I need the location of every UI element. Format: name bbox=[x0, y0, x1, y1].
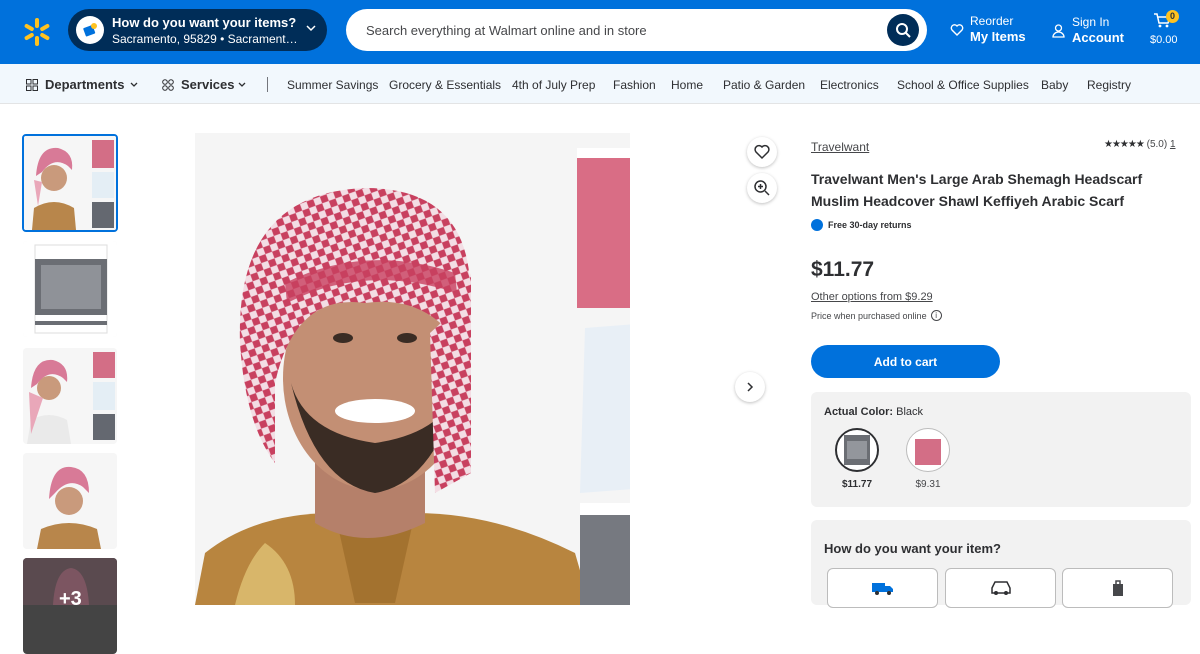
more-images-count: +3 bbox=[59, 588, 82, 610]
nav-link-electronics[interactable]: Electronics bbox=[820, 78, 879, 92]
swatch-price-black: $11.77 bbox=[841, 479, 873, 490]
account-button[interactable]: Sign In Account bbox=[1052, 15, 1124, 46]
search-button[interactable] bbox=[887, 14, 919, 46]
star-rating-icon: ★★★★★ bbox=[1104, 139, 1145, 150]
pickup-option[interactable] bbox=[945, 568, 1056, 608]
account-label: Account bbox=[1072, 30, 1124, 45]
review-count-link[interactable]: 1 bbox=[1170, 139, 1176, 150]
rating-summary[interactable]: ★★★★★ (5.0) 1 bbox=[1104, 139, 1176, 150]
services-menu[interactable]: Services bbox=[181, 77, 235, 92]
product-thumbnail-image bbox=[23, 453, 117, 549]
returns-icon bbox=[811, 219, 823, 231]
seller-link[interactable]: Travelwant bbox=[811, 140, 869, 154]
cart-total: $0.00 bbox=[1150, 34, 1178, 46]
walmart-spark-logo[interactable] bbox=[22, 17, 52, 47]
other-options-link[interactable]: Other options from $9.29 bbox=[811, 291, 933, 303]
services-icon bbox=[162, 79, 174, 91]
price-note: Price when purchased online i bbox=[811, 310, 942, 321]
sign-in-label: Sign In bbox=[1072, 15, 1110, 29]
user-icon bbox=[1052, 24, 1065, 38]
swatch-price-red: $9.31 bbox=[915, 479, 941, 490]
delivery-selector[interactable]: How do you want your items? Sacramento, … bbox=[68, 9, 327, 51]
swatch-image bbox=[909, 431, 947, 469]
chevron-down-icon bbox=[238, 82, 246, 87]
swatch-image bbox=[838, 431, 876, 469]
chevron-down-icon bbox=[130, 82, 138, 87]
cart-count-badge: 0 bbox=[1166, 10, 1179, 23]
delivery-icon bbox=[76, 16, 104, 44]
color-swatch-black[interactable] bbox=[835, 428, 879, 472]
product-price: $11.77 bbox=[811, 258, 875, 281]
nav-link-home[interactable]: Home bbox=[671, 78, 703, 92]
price-note-text: Price when purchased online bbox=[811, 310, 927, 321]
nav-divider bbox=[267, 77, 268, 92]
thumbnail-2[interactable] bbox=[23, 241, 117, 337]
fulfillment-selector: How do you want your item? bbox=[811, 520, 1191, 608]
color-label: Actual Color: Black bbox=[824, 406, 923, 418]
product-title: Travelwant Men's Large Arab Shemagh Head… bbox=[811, 171, 1143, 209]
thumbnail-4[interactable] bbox=[23, 453, 117, 549]
nav-link-registry[interactable]: Registry bbox=[1087, 78, 1131, 92]
zoom-in-icon bbox=[754, 180, 770, 196]
next-image-button[interactable] bbox=[735, 372, 765, 402]
zoom-button[interactable] bbox=[747, 173, 777, 203]
thumbnail-1[interactable] bbox=[22, 134, 118, 232]
shipping-option[interactable] bbox=[827, 568, 938, 608]
add-to-cart-button[interactable]: Add to cart bbox=[811, 345, 1000, 378]
delivery-location: Sacramento, 95829 • Sacramento Su... bbox=[112, 32, 304, 46]
color-swatch-red[interactable] bbox=[906, 428, 950, 472]
chevron-down-icon bbox=[306, 25, 316, 32]
search-icon bbox=[896, 23, 911, 38]
thumbnail-3[interactable] bbox=[23, 348, 117, 444]
fulfillment-heading: How do you want your item? bbox=[824, 541, 1001, 556]
reorder-label: Reorder bbox=[970, 14, 1014, 28]
nav-link-grocery[interactable]: Grocery & Essentials bbox=[389, 78, 501, 92]
grid-icon bbox=[26, 79, 38, 91]
returns-text: Free 30-day returns bbox=[828, 220, 912, 230]
color-label-value: Black bbox=[896, 406, 924, 418]
product-thumbnail-image bbox=[24, 136, 116, 230]
color-selector: Actual Color: Black $11.77 $9.31 bbox=[811, 392, 1191, 507]
truck-icon bbox=[871, 583, 893, 595]
delivery-option[interactable] bbox=[1062, 568, 1173, 608]
departments-menu[interactable]: Departments bbox=[45, 77, 124, 92]
rating-value: (5.0) bbox=[1146, 139, 1168, 150]
product-thumbnail-image bbox=[23, 348, 117, 444]
search-bar[interactable]: Search everything at Walmart online and … bbox=[346, 9, 927, 51]
thumbnail-more[interactable]: +3 bbox=[23, 558, 117, 654]
nav-link-baby[interactable]: Baby bbox=[1041, 78, 1068, 92]
chevron-right-icon bbox=[747, 382, 754, 392]
heart-icon bbox=[950, 24, 964, 36]
color-label-key: Actual Color: bbox=[824, 406, 894, 418]
my-items-label: My Items bbox=[970, 29, 1026, 44]
nav-link-summer-savings[interactable]: Summer Savings bbox=[287, 78, 378, 92]
delivery-title: How do you want your items? bbox=[112, 15, 297, 30]
main-product-image bbox=[195, 133, 630, 605]
nav-link-july4[interactable]: 4th of July Prep bbox=[512, 78, 595, 92]
search-input[interactable]: Search everything at Walmart online and … bbox=[366, 23, 647, 38]
heart-icon bbox=[754, 144, 770, 160]
info-icon[interactable]: i bbox=[930, 310, 942, 321]
reorder-button[interactable]: Reorder My Items bbox=[950, 14, 1026, 45]
returns-badge: Free 30-day returns bbox=[811, 219, 912, 231]
product-thumbnail-image bbox=[23, 241, 117, 337]
nav-link-fashion[interactable]: Fashion bbox=[613, 78, 656, 92]
favorite-button[interactable] bbox=[747, 137, 777, 167]
car-icon bbox=[990, 581, 1011, 595]
nav-link-patio[interactable]: Patio & Garden bbox=[723, 78, 805, 92]
bag-icon bbox=[1112, 580, 1123, 596]
nav-link-school[interactable]: School & Office Supplies bbox=[897, 78, 1029, 92]
top-header: How do you want your items? Sacramento, … bbox=[0, 0, 1200, 64]
department-nav: Departments Services Summer Savings Groc… bbox=[0, 64, 1200, 104]
